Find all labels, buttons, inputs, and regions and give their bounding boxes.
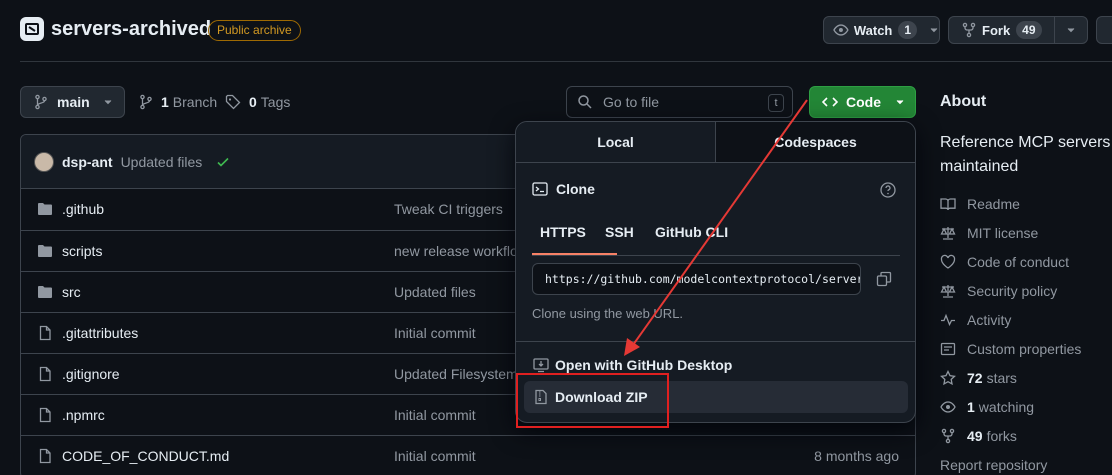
annotation-highlight-box <box>516 373 669 428</box>
